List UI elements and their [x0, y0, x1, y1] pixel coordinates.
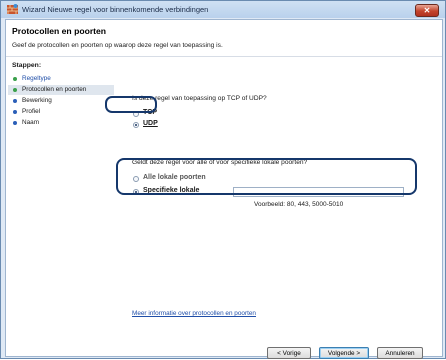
help-link[interactable]: Meer informatie over protocollen en poor… — [132, 310, 256, 317]
steps-title: Stappen: — [12, 62, 42, 69]
step-label: Protocollen en poorten — [22, 86, 87, 93]
udp-highlight-frame — [105, 96, 157, 113]
radio-selected-icon[interactable] — [133, 122, 139, 128]
close-button[interactable]: ✕ — [415, 4, 439, 17]
wizard-header: Protocollen en poorten Geef de protocoll… — [6, 20, 442, 57]
step-label: Naam — [22, 119, 40, 126]
step-item-regeltype[interactable]: Regeltype — [8, 74, 114, 84]
step-label: Profiel — [22, 108, 41, 115]
step-pending-dot-icon — [13, 110, 17, 114]
page-title: Protocollen en poorten — [12, 26, 107, 36]
step-pending-dot-icon — [13, 99, 17, 103]
step-item-profiel[interactable]: Profiel — [8, 107, 114, 117]
radio-udp[interactable]: UDP — [133, 120, 173, 130]
wizard-window: Wizard Nieuwe regel voor binnenkomende v… — [0, 0, 446, 359]
step-pending-dot-icon — [13, 121, 17, 125]
window-title: Wizard Nieuwe regel voor binnenkomende v… — [22, 5, 209, 14]
step-label: Regeltype — [22, 75, 51, 82]
close-icon: ✕ — [423, 6, 431, 15]
page-subtitle: Geef de protocollen en poorten op waarop… — [12, 42, 223, 49]
title-bar[interactable]: Wizard Nieuwe regel voor binnenkomende v… — [1, 1, 445, 18]
ports-example-text: Voorbeeld: 80, 443, 5000-5010 — [254, 201, 344, 208]
step-item-naam[interactable]: Naam — [8, 118, 114, 128]
radio-udp-label: UDP — [143, 120, 158, 127]
cancel-button[interactable]: Annuleren — [377, 347, 423, 359]
step-done-dot-icon — [13, 77, 17, 81]
firewall-wall-icon — [7, 4, 18, 14]
main-content: Is deze regel van toepassing op TCP of U… — [117, 57, 442, 359]
step-label: Bewerking — [22, 97, 52, 104]
back-button[interactable]: < Vorige — [267, 347, 311, 359]
step-item-protocollen[interactable]: Protocollen en poorten — [8, 85, 114, 95]
step-current-dot-icon — [13, 88, 17, 92]
step-item-bewerking[interactable]: Bewerking — [8, 96, 114, 106]
next-button[interactable]: Volgende > — [319, 347, 369, 359]
steps-panel: Stappen: Regeltype Protocollen en poorte… — [6, 57, 116, 356]
specific-ports-highlight-frame — [116, 158, 417, 195]
